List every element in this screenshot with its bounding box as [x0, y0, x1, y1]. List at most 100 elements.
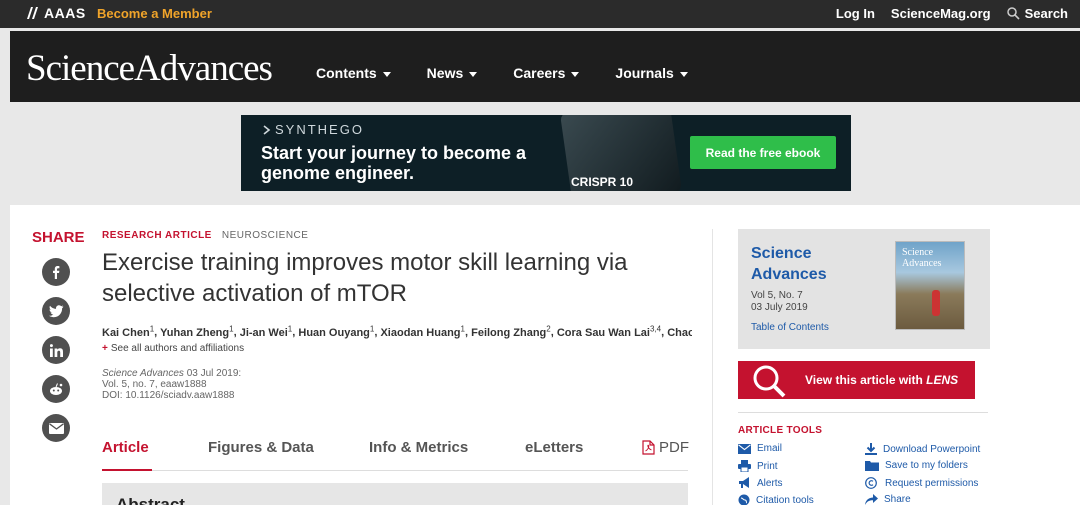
- issue-journal-title[interactable]: Science Advances: [751, 243, 827, 285]
- ad-brand-label: SYNTHEGO: [275, 122, 364, 137]
- reddit-icon[interactable]: [42, 375, 70, 403]
- share-label: SHARE: [32, 229, 85, 246]
- tool-save-folders[interactable]: Save to my folders: [865, 460, 968, 471]
- author-affiliation: 3,4: [649, 324, 662, 333]
- tool-label: Citation tools: [756, 494, 814, 505]
- tool-email[interactable]: Email: [738, 443, 782, 454]
- lens-label: View this article with LENS: [805, 373, 958, 387]
- see-all-authors-link[interactable]: + See all authors and affiliations: [102, 343, 244, 354]
- author-name[interactable]: Feilong Zhang2: [471, 324, 551, 339]
- top-links: Log In ScienceMag.org Search: [836, 6, 1068, 21]
- tab-figures-data[interactable]: Figures & Data: [208, 439, 314, 456]
- facebook-icon[interactable]: [42, 258, 70, 286]
- tab-article[interactable]: Article: [102, 439, 149, 456]
- active-tab-indicator: [102, 469, 152, 471]
- ad-product-label: CRISPR 10: [571, 175, 634, 189]
- author-name[interactable]: Chaoran Ren1: [667, 327, 692, 339]
- author-affiliation: 1: [369, 324, 375, 333]
- issue-volume: Vol 5, No. 7: [751, 290, 803, 301]
- tool-label: Email: [757, 443, 783, 454]
- view-with-lens-button[interactable]: View this article with LENS: [738, 361, 975, 399]
- cover-figure: [932, 290, 940, 316]
- chevron-down-icon: [571, 71, 580, 77]
- tool-label: Request permissions: [885, 477, 979, 489]
- tab-eletters[interactable]: eLetters: [525, 439, 583, 456]
- chevron-down-icon: [679, 71, 688, 77]
- search-icon: [1006, 7, 1020, 20]
- issue-box: Science Advances Vol 5, No. 7 03 July 20…: [738, 229, 990, 349]
- pub-date: 03 Jul 2019:: [186, 368, 242, 379]
- issue-cover-image[interactable]: Science Advances: [895, 241, 965, 330]
- login-link[interactable]: Log In: [836, 6, 875, 21]
- research-article-label: RESEARCH ARTICLE: [102, 230, 212, 241]
- article-type: RESEARCH ARTICLE NEUROSCIENCE: [102, 230, 308, 241]
- author-affiliation: 1: [149, 324, 155, 333]
- issue-title-line1: Science: [751, 245, 812, 262]
- abstract-heading: Abstract: [116, 495, 185, 505]
- author-name[interactable]: Ji-an Wei1: [240, 324, 293, 339]
- tab-pdf[interactable]: PDF: [642, 439, 689, 456]
- cover-title: Science Advances: [902, 247, 942, 269]
- author-affiliation: 1: [287, 324, 293, 333]
- issue-meta: Vol 5, No. 7 03 July 2019: [751, 290, 808, 314]
- envelope-icon: [738, 443, 751, 454]
- search-label: Search: [1024, 6, 1068, 21]
- author-name[interactable]: Kai Chen1: [102, 324, 155, 339]
- tool-label: Share: [884, 494, 911, 505]
- author-list: Kai Chen1, Yuhan Zheng1, Ji-an Wei1, Hua…: [102, 324, 692, 339]
- twitter-icon[interactable]: [42, 297, 70, 325]
- tab-info-metrics[interactable]: Info & Metrics: [369, 439, 468, 456]
- download-icon: [865, 443, 877, 455]
- tool-label: Download Powerpoint: [883, 443, 981, 455]
- author-name[interactable]: Yuhan Zheng1: [160, 324, 234, 339]
- email-icon[interactable]: [42, 414, 70, 442]
- author-name[interactable]: Cora Sau Wan Lai3,4: [557, 324, 662, 339]
- citation: Science Advances 03 Jul 2019: Vol. 5, no…: [102, 368, 241, 401]
- science-advances-logo[interactable]: ScienceAdvances: [26, 47, 273, 90]
- doi[interactable]: DOI: 10.1126/sciadv.aaw1888: [102, 390, 241, 401]
- aaas-mark-icon: [27, 7, 38, 19]
- nav-item-journals[interactable]: Journals: [615, 65, 688, 81]
- tool-download-powerpoint[interactable]: Download Powerpoint: [865, 443, 980, 455]
- lens-brand: LENS: [926, 373, 959, 387]
- table-of-contents-link[interactable]: Table of Contents: [751, 322, 829, 333]
- nav-item-careers[interactable]: Careers: [513, 65, 580, 81]
- volume-info: Vol. 5, no. 7, eaaw1888: [102, 379, 207, 390]
- issue-date: 03 July 2019: [751, 302, 808, 313]
- column-divider: [712, 229, 713, 505]
- abstract-section: Abstract: [102, 483, 688, 505]
- search-button[interactable]: Search: [1006, 6, 1068, 21]
- nav-item-contents[interactable]: Contents: [316, 65, 391, 81]
- linkedin-icon[interactable]: [42, 336, 70, 364]
- see-all-label: See all authors and affiliations: [110, 343, 245, 354]
- nav-label: Contents: [316, 65, 377, 81]
- tool-request-permissions[interactable]: Request permissions: [865, 477, 978, 489]
- subject-label[interactable]: NEUROSCIENCE: [222, 230, 309, 241]
- tool-alerts[interactable]: Alerts: [738, 477, 783, 489]
- megaphone-icon: [739, 477, 749, 488]
- pdf-icon: [642, 440, 655, 455]
- tool-share[interactable]: Share: [865, 494, 911, 505]
- nav-item-news[interactable]: News: [427, 65, 478, 81]
- read-ebook-button[interactable]: Read the free ebook: [690, 136, 836, 169]
- synthego-ad[interactable]: SYNTHEGO Start your journey to become a …: [241, 115, 851, 191]
- ad-band: SYNTHEGO Start your journey to become a …: [0, 102, 1080, 203]
- author-affiliation: 1: [460, 324, 465, 333]
- tool-label: Alerts: [757, 477, 783, 489]
- nav-menu: Contents News Careers Journals: [316, 65, 724, 81]
- author-name[interactable]: Huan Ouyang1: [298, 324, 375, 339]
- chevron-down-icon: [382, 71, 391, 77]
- chevron-down-icon: [469, 71, 478, 77]
- become-member-link[interactable]: Become a Member: [97, 6, 212, 21]
- tool-print[interactable]: Print: [738, 460, 778, 472]
- author-affiliation: 1: [229, 324, 234, 333]
- aaas-label: AAAS: [44, 5, 86, 21]
- tool-citation[interactable]: Citation tools: [738, 494, 814, 505]
- author-name[interactable]: Xiaodan Huang1: [380, 324, 465, 339]
- tool-label: Save to my folders: [885, 460, 968, 471]
- aaas-logo[interactable]: AAAS: [26, 5, 86, 21]
- issue-title-line2: Advances: [751, 266, 827, 283]
- journal-name: Science Advances: [102, 368, 184, 379]
- sciencemag-link[interactable]: ScienceMag.org: [891, 6, 991, 21]
- magnifier-icon: [753, 365, 786, 398]
